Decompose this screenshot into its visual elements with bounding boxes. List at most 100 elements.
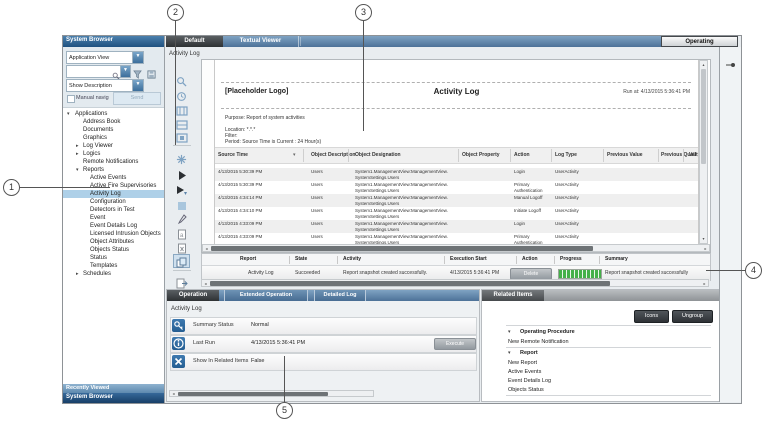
scrollbar-thumb[interactable]	[701, 69, 706, 164]
expander-down-icon[interactable]: ▾	[67, 110, 70, 118]
table-row[interactable]: 4/13/2015 4:34:14 PMUsers System1.Manage…	[215, 194, 698, 207]
related-item[interactable]: Event Details Log	[508, 377, 551, 385]
system-browser-footer-bar[interactable]: System Browser	[63, 393, 164, 403]
tree-item[interactable]: Active Fire Supervisories	[63, 182, 164, 190]
run-report-icon[interactable]	[174, 168, 189, 180]
search-zoom-icon[interactable]	[174, 74, 189, 86]
expander-right-icon[interactable]: ▸	[76, 270, 79, 278]
tree-item[interactable]: Licensed Intrusion Objects	[63, 230, 164, 238]
tree-item[interactable]: Configuration	[63, 198, 164, 206]
snapshot-icon[interactable]	[173, 254, 190, 268]
tree-item-reports[interactable]: ▾Reports	[63, 166, 164, 174]
report-vertical-scrollbar[interactable]: ▴ ▾	[699, 60, 708, 244]
tree-item[interactable]: Event Details Log	[63, 222, 164, 230]
scroll-down-icon[interactable]: ▾	[700, 236, 707, 242]
search-input[interactable]: ▼	[66, 65, 131, 78]
operation-horizontal-scrollbar[interactable]: ◂	[169, 390, 374, 397]
table-row[interactable]: 4/13/2015 4:34:10 PMUsers System1.Manage…	[215, 207, 698, 220]
scrollbar-thumb[interactable]	[211, 246, 593, 251]
clock-icon[interactable]	[174, 89, 189, 101]
export-excel-icon[interactable]	[174, 241, 189, 253]
tab-operation[interactable]: Operation	[167, 290, 219, 301]
tree-item[interactable]: Event	[63, 214, 164, 222]
tree-item[interactable]: Documents	[63, 126, 164, 134]
exec-col-activity[interactable]: Activity	[343, 256, 361, 262]
table-row[interactable]: 4/13/2015 4:33:09 PMUsers System1.Manage…	[215, 233, 698, 244]
expander-down-icon[interactable]: ▾	[508, 328, 511, 336]
scroll-right-icon[interactable]: ▸	[701, 281, 708, 287]
tree-item[interactable]: Address Book	[63, 118, 164, 126]
related-items-title-tab[interactable]: Related Items	[482, 290, 544, 301]
chevron-down-icon[interactable]: ▼	[132, 80, 143, 91]
related-item[interactable]: Objects Status	[508, 386, 544, 394]
expander-down-icon[interactable]: ▾	[76, 166, 79, 174]
search-options-chevron-icon[interactable]: ▼	[120, 66, 130, 77]
pin-icon[interactable]	[726, 55, 736, 73]
scroll-left-icon[interactable]: ◂	[170, 391, 177, 397]
tree-item[interactable]: Object Attributes	[63, 238, 164, 246]
table-row[interactable]: 4/13/2015 5:30:39 PMUsers System1.Manage…	[215, 168, 698, 181]
col-source-time[interactable]: Source Time	[218, 152, 248, 158]
table-row[interactable]: 4/13/2015 5:30:39 PMUsers System1.Manage…	[215, 181, 698, 194]
tree-item[interactable]: Remote Notifications	[63, 158, 164, 166]
sort-down-icon[interactable]: ▾	[293, 152, 296, 158]
export-icon[interactable]	[174, 276, 189, 288]
tree-item-logics[interactable]: ▸Logics	[63, 150, 164, 158]
related-item[interactable]: Active Events	[508, 368, 541, 376]
exec-col-state[interactable]: State	[295, 256, 307, 262]
tree-item-activity-log-selected[interactable]: Activity Log	[63, 190, 164, 198]
execution-horizontal-scrollbar[interactable]: ◂ ▸	[201, 279, 709, 287]
tree-item[interactable]: Detectors in Test	[63, 206, 164, 214]
page-layout-icon-2[interactable]	[174, 117, 189, 129]
exec-col-execution-start[interactable]: Execution Start	[450, 256, 487, 262]
save-icon[interactable]	[147, 66, 156, 84]
scroll-up-icon[interactable]: ▴	[700, 62, 707, 68]
settings-star-icon[interactable]	[174, 152, 189, 164]
report-horizontal-scrollbar[interactable]: ◂ ▸	[202, 244, 710, 252]
stop-icon[interactable]	[174, 198, 189, 210]
table-row[interactable]: 4/13/2015 4:33:09 PMUsers System1.Manage…	[215, 220, 698, 233]
recently-viewed-bar[interactable]: Recently Viewed	[63, 384, 164, 393]
execute-button[interactable]: Execute	[434, 338, 476, 350]
scroll-right-icon[interactable]: ▸	[702, 246, 709, 252]
view-selector-dropdown[interactable]: Application View ▼	[66, 51, 144, 64]
col-object-property[interactable]: Object Property	[462, 152, 500, 158]
col-log-type[interactable]: Log Type	[555, 152, 577, 158]
exec-col-summary[interactable]: Summary	[605, 256, 628, 262]
run-report-options-icon[interactable]	[174, 183, 189, 195]
icons-button[interactable]: Icons	[634, 310, 669, 323]
scroll-left-icon[interactable]: ◂	[203, 246, 210, 252]
search-input-field[interactable]	[68, 67, 112, 75]
exec-col-action[interactable]: Action	[522, 256, 538, 262]
tab-operating[interactable]: Operating	[661, 36, 738, 47]
export-pdf-icon[interactable]: a	[174, 227, 189, 239]
page-layout-icon-1[interactable]	[174, 103, 189, 115]
manual-nav-checkbox[interactable]	[67, 95, 75, 103]
expander-right-icon[interactable]: ▸	[76, 142, 79, 150]
tree-item[interactable]: Objects Status	[63, 246, 164, 254]
page-layout-icon-3[interactable]	[174, 130, 189, 142]
tree-item[interactable]: Templates	[63, 262, 164, 270]
tree-item-applications[interactable]: ▾Applications	[63, 110, 164, 118]
col-value[interactable]: Val	[689, 152, 696, 158]
related-group-report[interactable]: Report	[520, 349, 538, 357]
tab-textual-viewer[interactable]: Textual Viewer	[223, 36, 299, 47]
ungroup-button[interactable]: Ungroup	[672, 310, 713, 323]
chevron-down-icon[interactable]: ▼	[132, 52, 143, 63]
tree-item-log-viewer[interactable]: ▸Log Viewer	[63, 142, 164, 150]
col-previous-value[interactable]: Previous Value	[607, 152, 643, 158]
related-group-operating-procedure[interactable]: Operating Procedure	[520, 328, 575, 336]
description-selector-dropdown[interactable]: Show Description ▼	[66, 79, 144, 92]
scroll-left-icon[interactable]: ◂	[202, 281, 209, 287]
tab-extended-operation[interactable]: Extended Operation	[224, 290, 308, 301]
tree-item-schedules[interactable]: ▸Schedules	[63, 270, 164, 278]
expander-down-icon[interactable]: ▾	[508, 349, 511, 357]
col-action[interactable]: Action	[514, 152, 530, 158]
expander-right-icon[interactable]: ▸	[76, 150, 79, 158]
scrollbar-thumb[interactable]	[210, 281, 610, 286]
exec-col-report[interactable]: Report	[240, 256, 256, 262]
col-object-designation[interactable]: Object Designation	[355, 152, 401, 158]
tab-detailed-log[interactable]: Detailed Log	[314, 290, 366, 301]
related-item[interactable]: New Remote Notification	[508, 338, 569, 346]
scrollbar-thumb[interactable]	[178, 392, 328, 396]
